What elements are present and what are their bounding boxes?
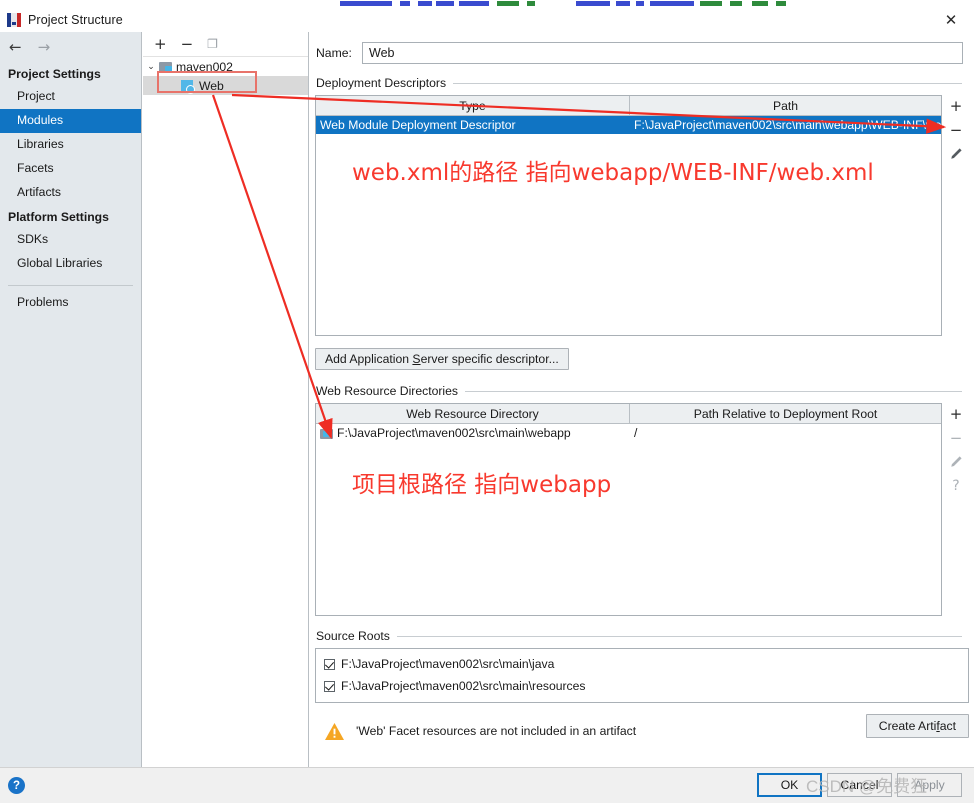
web-resource-help-icon[interactable]: ?	[947, 478, 965, 493]
cell-relative-path: /	[634, 426, 638, 440]
column-header-path-relative[interactable]: Path Relative to Deployment Root	[630, 404, 941, 423]
edit-descriptor-button[interactable]	[947, 146, 965, 161]
back-arrow-icon[interactable]: ←	[9, 39, 22, 55]
dialog-body: ← → Project Settings Project Modules Lib…	[0, 32, 974, 767]
module-settings-pane: Name: Deployment Descriptors Type Path W…	[310, 32, 974, 767]
web-facet-icon	[181, 79, 195, 94]
table-row[interactable]: F:\JavaProject\maven002\src\main\webapp …	[316, 424, 941, 442]
source-roots-list: F:\JavaProject\maven002\src\main\java F:…	[315, 648, 969, 703]
cell-type: Web Module Deployment Descriptor	[320, 118, 516, 132]
section-divider	[453, 82, 962, 84]
deployment-descriptors-table: Type Path Web Module Deployment Descript…	[315, 95, 942, 336]
sidebar-nav-arrows: ← →	[0, 32, 141, 62]
add-web-resource-button[interactable]: +	[947, 406, 965, 421]
chevron-down-icon[interactable]: ⌄	[143, 62, 159, 72]
sidebar-group-platform-settings: Platform Settings	[8, 210, 109, 224]
cell-path: F:\JavaProject\maven002\src\main\webapp\…	[634, 118, 941, 132]
remove-descriptor-button[interactable]: −	[947, 122, 965, 137]
close-icon[interactable]: ✕	[928, 7, 974, 32]
source-root-checkbox[interactable]	[324, 680, 335, 692]
module-tree-toolbar: + − ❐	[143, 32, 308, 57]
sidebar-item-facets[interactable]: Facets	[0, 157, 141, 181]
copy-module-icon[interactable]: ❐	[207, 38, 218, 50]
folder-icon	[320, 428, 333, 439]
artifact-warning-text: 'Web' Facet resources are not included i…	[356, 724, 637, 738]
warning-triangle-icon	[324, 722, 345, 741]
cell-directory: F:\JavaProject\maven002\src\main\webapp	[316, 424, 630, 442]
section-label: Web Resource Directories	[316, 384, 459, 398]
section-divider	[465, 390, 962, 392]
artifact-warning-row: 'Web' Facet resources are not included i…	[315, 714, 969, 746]
window-title-bar: Project Structure ✕	[0, 7, 974, 32]
table-header: Type Path	[316, 96, 941, 116]
module-icon	[159, 61, 172, 72]
add-descriptor-button[interactable]: +	[947, 98, 965, 113]
source-roots-header: Source Roots	[310, 616, 974, 648]
settings-sidebar: ← → Project Settings Project Modules Lib…	[0, 32, 142, 767]
remove-module-button[interactable]: −	[181, 36, 194, 52]
source-root-item[interactable]: F:\JavaProject\maven002\src\main\resourc…	[316, 675, 968, 697]
module-name-input[interactable]	[362, 42, 963, 64]
dialog-button-group: OK Cancel Apply	[757, 773, 962, 797]
tree-node-web[interactable]: Web	[143, 76, 308, 95]
btn-suffix: erver specific descriptor...	[420, 352, 559, 366]
deployment-descriptors-table-wrap: Type Path Web Module Deployment Descript…	[315, 95, 970, 336]
sidebar-item-modules[interactable]: Modules	[0, 109, 141, 133]
btn-prefix: Create Arti	[878, 719, 937, 733]
sidebar-item-libraries[interactable]: Libraries	[0, 133, 141, 157]
edit-web-resource-button[interactable]	[947, 454, 965, 469]
web-resource-directories-table: Web Resource Directory Path Relative to …	[315, 403, 942, 616]
section-label: Deployment Descriptors	[316, 76, 447, 90]
remove-web-resource-button[interactable]: −	[947, 430, 965, 445]
section-divider	[396, 635, 962, 637]
sidebar-item-project[interactable]: Project	[0, 85, 141, 109]
tree-node-label: Web	[199, 78, 224, 93]
source-root-checkbox[interactable]	[324, 658, 335, 670]
sidebar-item-global-libraries[interactable]: Global Libraries	[0, 252, 141, 276]
deployment-descriptors-header: Deployment Descriptors	[310, 64, 974, 95]
forward-arrow-icon[interactable]: →	[38, 39, 51, 55]
tree-node-maven002[interactable]: ⌄ maven002	[143, 57, 308, 76]
source-root-item[interactable]: F:\JavaProject\maven002\src\main\java	[316, 653, 968, 675]
tree-node-label: maven002	[176, 59, 233, 74]
sidebar-item-problems[interactable]: Problems	[0, 286, 141, 315]
create-artifact-button[interactable]: Create Artifact	[865, 714, 969, 738]
create-artifact-wrap: Create Artifact	[865, 714, 969, 738]
cancel-button[interactable]: Cancel	[827, 773, 892, 797]
background-editor-sliver	[0, 0, 974, 7]
btn-suffix: act	[939, 719, 956, 733]
column-header-web-resource-directory[interactable]: Web Resource Directory	[316, 404, 630, 423]
add-descriptor-row: Add Application Server specific descript…	[310, 336, 974, 370]
sidebar-group-project-settings: Project Settings	[8, 67, 101, 81]
sidebar-item-sdks[interactable]: SDKs	[0, 228, 141, 252]
web-resource-directories-tools: + − ?	[942, 403, 970, 616]
add-module-button[interactable]: +	[154, 36, 167, 52]
module-tree-panel: + − ❐ ⌄ maven002 Web	[143, 32, 309, 767]
name-row: Name:	[310, 32, 974, 64]
column-header-path[interactable]: Path	[630, 96, 941, 115]
help-icon[interactable]: ?	[8, 777, 25, 794]
source-root-path: F:\JavaProject\maven002\src\main\java	[341, 657, 555, 671]
btn-mnemonic: S	[412, 352, 421, 366]
apply-button[interactable]: Apply	[897, 773, 962, 797]
web-resource-directories-table-wrap: Web Resource Directory Path Relative to …	[315, 403, 970, 616]
ok-button[interactable]: OK	[757, 773, 822, 797]
column-header-type[interactable]: Type	[316, 96, 630, 115]
sidebar-item-artifacts[interactable]: Artifacts	[0, 181, 141, 205]
window-title: Project Structure	[28, 12, 123, 27]
source-root-path: F:\JavaProject\maven002\src\main\resourc…	[341, 679, 586, 693]
intellij-idea-icon	[7, 12, 21, 27]
web-resource-directories-header: Web Resource Directories	[310, 370, 974, 403]
table-row[interactable]: Web Module Deployment Descriptor F:\Java…	[316, 116, 941, 134]
table-header: Web Resource Directory Path Relative to …	[316, 404, 941, 424]
btn-prefix: Add Application	[325, 352, 413, 366]
cell-directory-text: F:\JavaProject\maven002\src\main\webapp	[337, 426, 571, 440]
section-label: Source Roots	[316, 629, 390, 643]
dialog-footer: ? OK Cancel Apply	[0, 767, 974, 803]
deployment-descriptors-tools: + −	[942, 95, 970, 336]
add-application-server-descriptor-button[interactable]: Add Application Server specific descript…	[315, 348, 569, 370]
name-label: Name:	[316, 46, 352, 60]
